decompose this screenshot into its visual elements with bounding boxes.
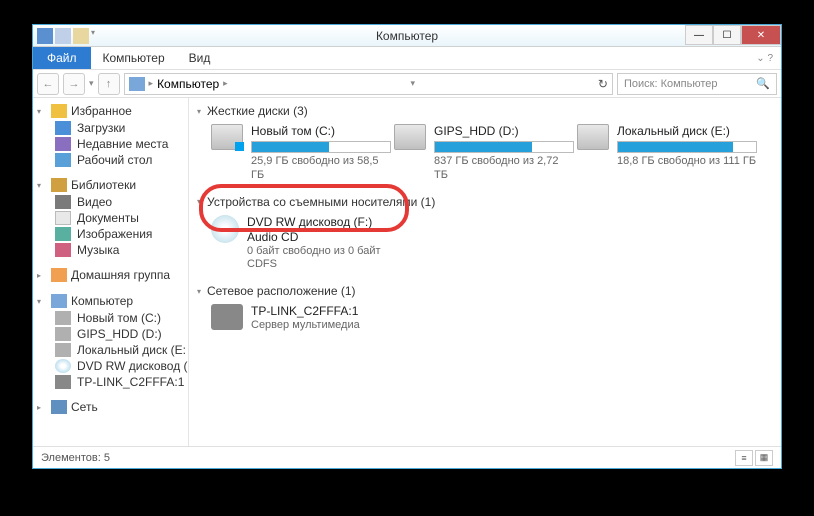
drive-icon bbox=[577, 124, 609, 150]
tree-network-header[interactable]: ▸Сеть bbox=[33, 398, 188, 416]
qat-new-folder-icon[interactable] bbox=[73, 28, 89, 44]
hdd-icon bbox=[55, 311, 71, 325]
history-chevron-icon[interactable]: ▾ bbox=[89, 78, 94, 89]
tree-item-drive-d[interactable]: GIPS_HDD (D:) bbox=[33, 326, 188, 342]
dvd-drive-icon bbox=[211, 215, 239, 243]
desktop-icon bbox=[55, 153, 71, 167]
network-icon bbox=[51, 400, 67, 414]
chevron-icon[interactable]: ▸ bbox=[223, 78, 228, 89]
address-dropdown-icon[interactable]: ▾ bbox=[411, 78, 416, 89]
drive-free-text: 18,8 ГБ свободно из 111 ГБ bbox=[617, 155, 757, 169]
tree-item-documents[interactable]: Документы bbox=[33, 210, 188, 226]
drive-label: DVD RW дисковод (F:) Audio CD bbox=[247, 215, 386, 245]
ribbon-help-icon[interactable]: ⌄ ? bbox=[748, 53, 781, 64]
homegroup-icon bbox=[51, 268, 67, 282]
tree-item-downloads[interactable]: Загрузки bbox=[33, 120, 188, 136]
star-icon bbox=[51, 104, 67, 118]
device-label: TP-LINK_C2FFFA:1 bbox=[251, 304, 386, 319]
drive-free-text: 0 байт свободно из 0 байт bbox=[247, 245, 386, 259]
server-icon bbox=[55, 375, 71, 389]
navigation-pane[interactable]: ▾Избранное Загрузки Недавние места Рабоч… bbox=[33, 98, 189, 446]
drive-d[interactable]: GIPS_HDD (D:) 837 ГБ свободно из 2,72 ТБ bbox=[394, 124, 569, 183]
drive-c[interactable]: Новый том (C:) 25,9 ГБ свободно из 58,5 … bbox=[211, 124, 386, 183]
status-bar: Элементов: 5 ≡ ▦ bbox=[33, 446, 781, 468]
hdd-icon bbox=[55, 327, 71, 341]
minimize-button[interactable]: — bbox=[685, 25, 713, 45]
capacity-bar bbox=[434, 141, 574, 153]
tree-item-drive-c[interactable]: Новый том (C:) bbox=[33, 310, 188, 326]
file-tab[interactable]: Файл bbox=[33, 47, 91, 69]
tree-item-recent[interactable]: Недавние места bbox=[33, 136, 188, 152]
ribbon-bar: Файл Компьютер Вид ⌄ ? bbox=[33, 47, 781, 70]
dvd-icon bbox=[55, 359, 71, 373]
hdd-icon bbox=[55, 343, 71, 357]
qat-chevron-icon[interactable]: ▾ bbox=[91, 28, 101, 44]
device-subtitle: Сервер мультимедиа bbox=[251, 319, 386, 333]
view-details-button[interactable]: ≡ bbox=[735, 450, 753, 466]
libraries-icon bbox=[51, 178, 67, 192]
ribbon-tab-computer[interactable]: Компьютер bbox=[91, 51, 177, 65]
tree-item-drive-e[interactable]: Локальный диск (E: bbox=[33, 342, 188, 358]
search-input[interactable]: Поиск: Компьютер 🔍 bbox=[617, 73, 777, 95]
up-button[interactable]: ↑ bbox=[98, 73, 120, 95]
tree-item-desktop[interactable]: Рабочий стол bbox=[33, 152, 188, 168]
drive-free-text: 837 ГБ свободно из 2,72 ТБ bbox=[434, 155, 574, 183]
status-item-count: Элементов: 5 bbox=[41, 452, 110, 464]
download-icon bbox=[55, 121, 71, 135]
tree-item-video[interactable]: Видео bbox=[33, 194, 188, 210]
recent-icon bbox=[55, 137, 71, 151]
search-icon: 🔍 bbox=[756, 77, 770, 90]
drive-label: Новый том (C:) bbox=[251, 124, 391, 139]
tree-item-pictures[interactable]: Изображения bbox=[33, 226, 188, 242]
navigation-bar: ← → ▾ ↑ ▸ Компьютер ▸ ▾ ↻ Поиск: Компьют… bbox=[33, 70, 781, 98]
tree-item-drive-f[interactable]: DVD RW дисковод (F bbox=[33, 358, 188, 374]
tree-item-tplink[interactable]: TP-LINK_C2FFFA:1 bbox=[33, 374, 188, 390]
content-area[interactable]: ▾Жесткие диски (3) Новый том (C:) 25,9 Г… bbox=[189, 98, 781, 446]
drive-f-dvd[interactable]: DVD RW дисковод (F:) Audio CD 0 байт сво… bbox=[211, 215, 386, 273]
drive-label: Локальный диск (E:) bbox=[617, 124, 757, 139]
view-tiles-button[interactable]: ▦ bbox=[755, 450, 773, 466]
refresh-icon[interactable]: ↻ bbox=[598, 77, 608, 91]
window-title: Компьютер bbox=[376, 29, 438, 43]
section-network-location[interactable]: ▾Сетевое расположение (1) bbox=[197, 282, 773, 300]
tree-libraries-header[interactable]: ▾Библиотеки bbox=[33, 176, 188, 194]
drive-label: GIPS_HDD (D:) bbox=[434, 124, 574, 139]
back-button[interactable]: ← bbox=[37, 73, 59, 95]
drive-e[interactable]: Локальный диск (E:) 18,8 ГБ свободно из … bbox=[577, 124, 752, 183]
tree-homegroup-header[interactable]: ▸Домашняя группа bbox=[33, 266, 188, 284]
title-bar[interactable]: ▾ Компьютер — ☐ ✕ bbox=[33, 25, 781, 47]
search-placeholder: Поиск: Компьютер bbox=[624, 78, 718, 90]
forward-button[interactable]: → bbox=[63, 73, 85, 95]
drive-icon bbox=[211, 124, 243, 150]
section-hard-disks[interactable]: ▾Жесткие диски (3) bbox=[197, 102, 773, 120]
video-icon bbox=[55, 195, 71, 209]
tree-favorites-header[interactable]: ▾Избранное bbox=[33, 102, 188, 120]
computer-icon bbox=[51, 294, 67, 308]
address-bar[interactable]: ▸ Компьютер ▸ ▾ ↻ bbox=[124, 73, 613, 95]
pictures-icon bbox=[55, 227, 71, 241]
documents-icon bbox=[55, 211, 71, 225]
capacity-bar bbox=[251, 141, 391, 153]
app-icon bbox=[37, 28, 53, 44]
drive-filesystem: CDFS bbox=[247, 258, 386, 272]
drive-free-text: 25,9 ГБ свободно из 58,5 ГБ bbox=[251, 155, 391, 183]
tree-computer-header[interactable]: ▾Компьютер bbox=[33, 292, 188, 310]
maximize-button[interactable]: ☐ bbox=[713, 25, 741, 45]
close-button[interactable]: ✕ bbox=[741, 25, 781, 45]
ribbon-tab-view[interactable]: Вид bbox=[177, 51, 223, 65]
breadcrumb[interactable]: Компьютер bbox=[157, 77, 219, 91]
section-removable[interactable]: ▾Устройства со съемными носителями (1) bbox=[197, 193, 773, 211]
music-icon bbox=[55, 243, 71, 257]
drive-icon bbox=[394, 124, 426, 150]
network-device-tplink[interactable]: TP-LINK_C2FFFA:1 Сервер мультимедиа bbox=[211, 304, 386, 333]
capacity-bar bbox=[617, 141, 757, 153]
location-icon bbox=[129, 77, 145, 91]
chevron-icon[interactable]: ▸ bbox=[149, 78, 154, 89]
media-server-icon bbox=[211, 304, 243, 330]
qat-properties-icon[interactable] bbox=[55, 28, 71, 44]
explorer-window: ▾ Компьютер — ☐ ✕ Файл Компьютер Вид ⌄ ?… bbox=[32, 24, 782, 469]
tree-item-music[interactable]: Музыка bbox=[33, 242, 188, 258]
